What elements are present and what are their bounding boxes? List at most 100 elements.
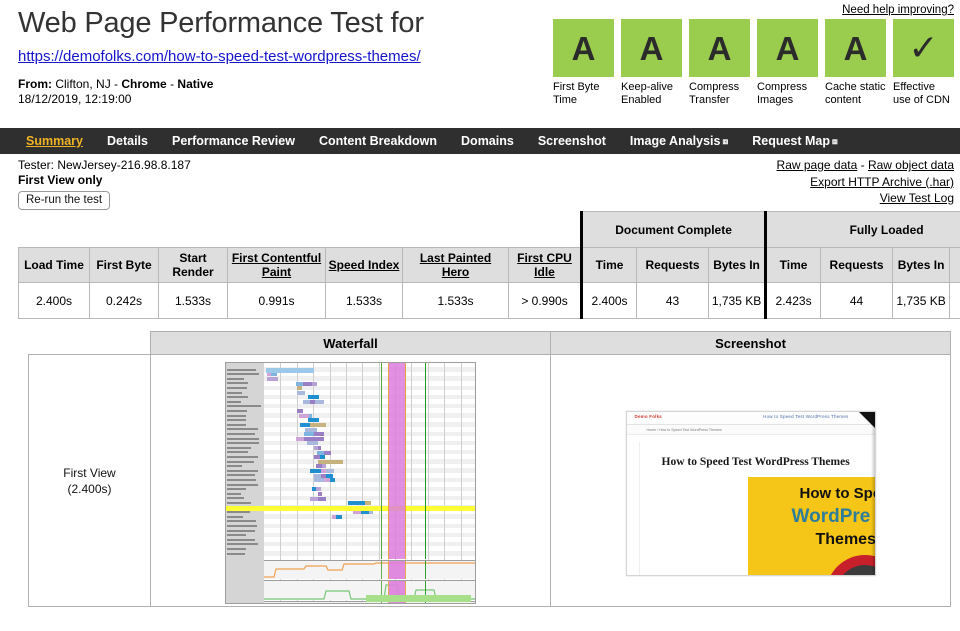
re-run-test-button[interactable]: Re-run the test [18, 191, 110, 210]
col-first-cpu-idle[interactable]: First CPU Idle [509, 248, 582, 283]
grade-value-box: A [621, 19, 682, 77]
grade-cache-static-content[interactable]: A Cache static content [825, 19, 886, 106]
cell-first-contentful-paint: 0.991s [228, 283, 326, 319]
grade-first-byte-time[interactable]: A First Byte Time [553, 19, 614, 106]
grade-list: A First Byte Time A Keep-alive Enabled A… [553, 19, 954, 106]
grade-label: Effective use of CDN [893, 81, 954, 106]
tab-summary[interactable]: Summary [14, 128, 95, 154]
detail-table-wrap: Waterfall Screenshot First View (2.400s) [0, 319, 960, 607]
grade-value-box: A [757, 19, 818, 77]
col-link-label: Last Painted Hero [420, 251, 491, 279]
page-screenshot-thumbnail[interactable]: Demo Folks How to Speed Test WordPress T… [626, 411, 876, 576]
performance-results-table: Document Complete Fully Loaded Load Time… [18, 211, 960, 319]
thumb-page-body: How to Speed Test WordPress Themes How t… [639, 442, 875, 575]
utility-links: Raw page data - Raw object data Export H… [777, 157, 954, 207]
test-datetime: 18/12/2019, 12:19:00 [18, 92, 538, 107]
col-first-contentful-paint[interactable]: First Contentful Paint [228, 248, 326, 283]
group-header-document-complete: Document Complete [582, 212, 766, 248]
test-info-row: Tester: NewJersey-216.98.8.187 First Vie… [0, 154, 960, 211]
col-first-byte: First Byte [90, 248, 159, 283]
cell-first-cpu-idle: > 0.990s [509, 283, 582, 319]
from-separator-1: - [114, 77, 118, 91]
tested-url-link[interactable]: https://demofolks.com/how-to-speed-test-… [18, 48, 538, 66]
col-speed-index[interactable]: Speed Index [326, 248, 403, 283]
tab-image-analysis[interactable]: Image Analysis⧈ [618, 128, 740, 154]
cell-cost[interactable]: $$$$- [950, 283, 960, 319]
hero-text-line2: WordPre [792, 506, 871, 528]
grade-effective-use-of-cdn[interactable]: ✓ Effective use of CDN [893, 19, 954, 106]
cell-load-time: 2.400s [19, 283, 90, 319]
detail-row-first-view: First View (2.400s) Demo Folks How to Sp… [29, 355, 951, 607]
thumb-breadcrumb: Home / How to Speed Test WordPress Theme… [647, 428, 722, 432]
grade-label: Cache static content [825, 81, 886, 106]
screenshot-cell[interactable]: Demo Folks How to Speed Test WordPress T… [551, 355, 951, 607]
export-http-archive-link[interactable]: Export HTTP Archive (.har) [810, 175, 954, 189]
cell-dc-bytes-in: 1,735 KB [709, 283, 766, 319]
hero-text-line1: How to Spee [800, 485, 876, 502]
page-header: Web Page Performance Test for https://de… [0, 0, 960, 128]
thumb-hero-image: How to Spee WordPre Themes [748, 477, 876, 576]
thumb-brand-logo: Demo Folks [635, 414, 663, 419]
waterfall-screenshot-table: Waterfall Screenshot First View (2.400s) [28, 331, 951, 607]
table-group-header-row: Document Complete Fully Loaded [19, 212, 960, 248]
col-dc-bytes-in: Bytes In [709, 248, 766, 283]
tab-label: Screenshot [538, 134, 606, 148]
grade-compress-images[interactable]: A Compress Images [757, 19, 818, 106]
links-separator: - [857, 158, 868, 172]
grade-keep-alive-enabled[interactable]: A Keep-alive Enabled [621, 19, 682, 106]
tab-screenshot[interactable]: Screenshot [526, 128, 618, 154]
detail-corner-spacer [29, 332, 151, 355]
grade-label: Keep-alive Enabled [621, 81, 682, 106]
from-browser: Chrome [121, 77, 166, 91]
page-title: Web Page Performance Test for [18, 6, 538, 40]
col-link-label: Speed Index [329, 258, 400, 272]
first-view-row-label: First View (2.400s) [29, 355, 151, 607]
view-test-log-link[interactable]: View Test Log [880, 191, 954, 205]
tab-domains[interactable]: Domains [449, 128, 526, 154]
need-help-improving-link[interactable]: Need help improving? [842, 4, 954, 16]
grade-compress-transfer[interactable]: A Compress Transfer [689, 19, 750, 106]
tab-details[interactable]: Details [95, 128, 160, 154]
col-last-painted-hero[interactable]: Last Painted Hero [403, 248, 509, 283]
col-dc-requests: Requests [637, 248, 709, 283]
col-link-label: First CPU Idle [517, 251, 572, 279]
col-fl-requests: Requests [821, 248, 893, 283]
group-header-fully-loaded: Fully Loaded [766, 212, 960, 248]
group-header-spacer [19, 212, 582, 248]
tab-label: Request Map [752, 134, 830, 148]
from-separator-2: - [170, 77, 174, 91]
tab-label: Summary [26, 134, 83, 148]
screenshot-column-header: Screenshot [551, 332, 951, 355]
test-origin-line: From: Clifton, NJ - Chrome - Native [18, 77, 538, 92]
cell-fl-bytes-in: 1,735 KB [893, 283, 950, 319]
tab-label: Domains [461, 134, 514, 148]
col-fl-bytes-in: Bytes In [893, 248, 950, 283]
header-left-block: Web Page Performance Test for https://de… [18, 6, 538, 107]
first-view-label-line1: First View [30, 465, 149, 481]
raw-data-links-line: Raw page data - Raw object data [777, 157, 954, 174]
waterfall-chart[interactable] [225, 362, 476, 604]
waterfall-cell[interactable] [151, 355, 551, 607]
tab-label: Details [107, 134, 148, 148]
waterfall-request-labels [226, 363, 264, 603]
tab-performance-review[interactable]: Performance Review [160, 128, 307, 154]
checkmark-icon: ✓ [893, 19, 954, 77]
raw-object-data-link[interactable]: Raw object data [868, 158, 954, 172]
external-link-icon: ⧈ [722, 136, 728, 146]
tab-label: Performance Review [172, 134, 295, 148]
cell-dc-time: 2.400s [582, 283, 637, 319]
export-har-line: Export HTTP Archive (.har) [777, 174, 954, 191]
raw-page-data-link[interactable]: Raw page data [777, 158, 858, 172]
first-view-label-line2: (2.400s) [30, 481, 149, 497]
view-test-log-line: View Test Log [777, 190, 954, 207]
grade-value-box: A [553, 19, 614, 77]
grade-label: Compress Transfer [689, 81, 750, 106]
thumb-right-shadow [871, 412, 875, 576]
tab-content-breakdown[interactable]: Content Breakdown [307, 128, 449, 154]
external-link-icon: ⧈ [832, 136, 838, 146]
hero-speed-gauge-icon [826, 555, 876, 576]
cell-dc-requests: 43 [637, 283, 709, 319]
tab-request-map[interactable]: Request Map⧈ [740, 128, 850, 154]
tab-label: Content Breakdown [319, 134, 437, 148]
thumb-page-heading: How to Speed Test WordPress Themes [662, 456, 850, 468]
